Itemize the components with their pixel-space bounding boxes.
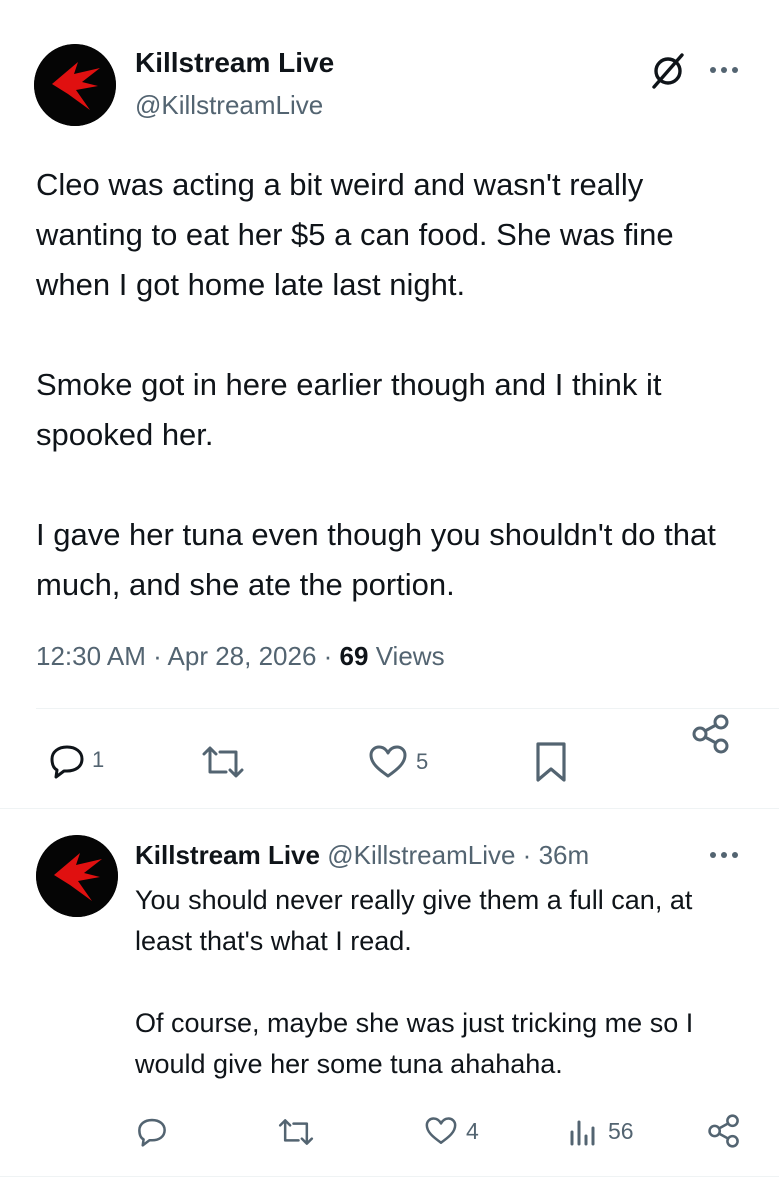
reply-body: You should never really give them a full…	[135, 880, 755, 1085]
post-paragraph: I gave her tuna even though you shouldn'…	[36, 517, 716, 602]
divider	[0, 808, 779, 809]
grok-icon[interactable]	[648, 50, 688, 90]
like-icon	[369, 745, 407, 778]
post-time[interactable]: 12:30 AM	[36, 641, 146, 671]
divider	[0, 1176, 779, 1177]
post-body: Cleo was acting a bit weird and wasn't r…	[36, 160, 751, 610]
author-name[interactable]: Killstream Live	[135, 46, 334, 80]
author-handle[interactable]: @KillstreamLive	[135, 89, 323, 121]
views-label: Views	[375, 641, 445, 671]
views-icon	[570, 1120, 595, 1146]
bookmark-button[interactable]	[534, 741, 568, 783]
like-count: 5	[416, 749, 429, 774]
reply-icon	[50, 745, 84, 779]
post-date[interactable]: Apr 28, 2026	[168, 641, 317, 671]
reply-avatar[interactable]	[36, 835, 118, 917]
reply-author-name[interactable]: Killstream Live	[135, 840, 320, 870]
reply-icon	[138, 1118, 166, 1147]
avatar-logo	[34, 44, 116, 126]
share-button[interactable]	[690, 714, 732, 754]
avatar-logo	[36, 835, 118, 917]
repost-button[interactable]	[200, 742, 246, 782]
reply-like-button[interactable]: 4	[424, 1114, 479, 1148]
reply-header: Killstream Live @KillstreamLive · 36m	[135, 840, 590, 870]
post-paragraph: Cleo was acting a bit weird and wasn't r…	[36, 167, 674, 302]
avatar[interactable]	[34, 44, 116, 126]
share-icon	[708, 1114, 739, 1148]
post-meta: 12:30 AM · Apr 28, 2026 · 69 Views	[36, 641, 445, 671]
share-icon	[692, 714, 729, 754]
like-button[interactable]: 5	[368, 742, 428, 782]
repost-icon	[202, 746, 244, 778]
divider	[36, 708, 779, 709]
repost-icon	[278, 1119, 314, 1145]
bookmark-icon	[536, 742, 566, 782]
reply-reply-button[interactable]	[136, 1114, 168, 1148]
reply-repost-button[interactable]	[276, 1116, 316, 1148]
reply-views-button[interactable]: 56	[568, 1114, 634, 1148]
reply-author-handle[interactable]: @KillstreamLive	[327, 840, 515, 870]
reply-paragraph: You should never really give them a full…	[135, 885, 693, 956]
like-icon	[425, 1117, 457, 1144]
reply-views-count: 56	[608, 1117, 634, 1144]
more-icon[interactable]	[706, 60, 742, 80]
views-count: 69	[339, 641, 369, 671]
reply-paragraph: Of course, maybe she was just tricking m…	[135, 1008, 694, 1079]
post-paragraph: Smoke got in here earlier though and I t…	[36, 367, 662, 452]
reply-age[interactable]: 36m	[539, 840, 590, 870]
reply-more-icon[interactable]	[706, 845, 742, 865]
reply-button[interactable]: 1	[48, 740, 104, 780]
reply-count: 1	[92, 747, 105, 772]
reply-like-count: 4	[466, 1117, 479, 1144]
reply-share-button[interactable]	[706, 1113, 742, 1149]
